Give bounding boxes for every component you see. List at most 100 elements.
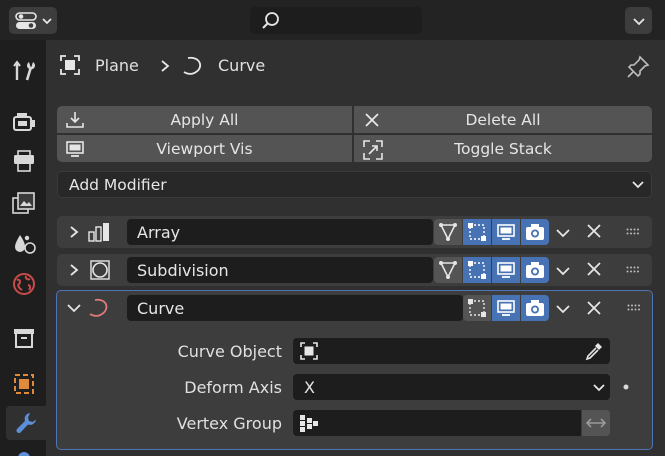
- curve-object-field[interactable]: [293, 338, 610, 364]
- drag-handle-icon[interactable]: [627, 304, 641, 312]
- tab-render[interactable]: [6, 105, 42, 139]
- toggle-stack-button[interactable]: Toggle Stack: [354, 135, 652, 162]
- deform-axis-value: X: [304, 377, 315, 397]
- render-toggle[interactable]: [521, 219, 549, 245]
- tab-modifiers[interactable]: [6, 406, 46, 440]
- breadcrumb: Plane Curve: [46, 44, 665, 88]
- vertex-group-icon: [300, 415, 318, 432]
- tab-object[interactable]: [6, 367, 42, 401]
- eyedropper-icon[interactable]: [584, 341, 604, 361]
- on-cage-toggle[interactable]: [463, 295, 491, 321]
- edit-mode-toggle[interactable]: [434, 219, 462, 245]
- edit-mode-icon: [439, 223, 457, 241]
- monitor-icon: [497, 262, 515, 278]
- chevron-right-icon[interactable]: [67, 224, 81, 240]
- object-data-icon: [300, 342, 318, 360]
- curve-modifier-icon: [89, 298, 108, 317]
- tab-particles[interactable]: [6, 445, 42, 456]
- close-icon[interactable]: [585, 260, 603, 278]
- on-cage-toggle[interactable]: [463, 219, 491, 245]
- on-cage-icon: [468, 261, 486, 279]
- search-icon: [262, 11, 279, 29]
- curve-modifier-header: Curve: [57, 292, 652, 324]
- viewport-toggle[interactable]: [492, 257, 520, 283]
- object-icon: [14, 374, 34, 394]
- edit-mode-toggle[interactable]: [434, 257, 462, 283]
- on-cage-icon: [468, 299, 486, 317]
- camera-icon: [526, 300, 544, 316]
- collection-icon: [14, 329, 34, 348]
- modifier-name: Subdivision: [137, 260, 229, 280]
- viewport-vis-button[interactable]: Viewport Vis: [57, 135, 352, 162]
- chevron-right-icon: [161, 60, 170, 72]
- properties-editor-icon: [15, 11, 37, 29]
- arrow-left-right-icon: [585, 418, 607, 428]
- chevron-down-icon[interactable]: [555, 226, 571, 240]
- on-cage-toggle[interactable]: [463, 257, 491, 283]
- render-toggle[interactable]: [521, 257, 549, 283]
- modifier-panel-curve: Curve Curve Object Deform Axis X Vertex …: [56, 290, 653, 450]
- vertex-group-field[interactable]: [293, 410, 581, 436]
- delete-all-button[interactable]: Delete All: [354, 106, 652, 133]
- modifier-name: Array: [137, 222, 181, 242]
- apply-all-button[interactable]: Apply All: [57, 106, 352, 133]
- camera-icon: [526, 262, 544, 278]
- add-modifier-label: Add Modifier: [69, 175, 167, 194]
- tab-view-layer[interactable]: [6, 186, 42, 220]
- deform-axis-label: Deform Axis: [184, 378, 282, 397]
- chevron-down-icon[interactable]: [555, 264, 571, 278]
- curve-modifier-icon: [183, 56, 202, 75]
- tab-world[interactable]: [6, 267, 42, 301]
- close-icon: [365, 113, 379, 127]
- chevron-down-icon: [632, 17, 645, 25]
- deform-axis-dropdown[interactable]: X: [293, 374, 610, 400]
- tab-tool[interactable]: [6, 53, 42, 87]
- options-dropdown[interactable]: [625, 7, 652, 34]
- tool-icon: [13, 60, 35, 81]
- drag-handle-icon[interactable]: [626, 228, 640, 236]
- fullscreen-icon: [363, 140, 383, 160]
- monitor-icon: [497, 224, 515, 240]
- viewport-toggle[interactable]: [492, 219, 520, 245]
- add-modifier-menu[interactable]: Add Modifier: [57, 171, 652, 198]
- modifier-panel-subdivision: Subdivision: [57, 254, 652, 286]
- search-input[interactable]: [250, 7, 422, 34]
- modifier-name-field[interactable]: Curve: [127, 295, 463, 321]
- chevron-down-icon: [632, 181, 644, 189]
- pin-icon[interactable]: [626, 55, 650, 79]
- vertex-group-label: Vertex Group: [176, 414, 282, 433]
- chevron-down-icon: [42, 17, 52, 24]
- scene-icon: [15, 235, 36, 254]
- tab-collection[interactable]: [6, 321, 42, 355]
- render-icon: [13, 113, 35, 131]
- tab-output[interactable]: [6, 144, 42, 178]
- header-bar: [0, 0, 665, 40]
- viewport-vis-label: Viewport Vis: [156, 139, 253, 158]
- chevron-down-icon[interactable]: [555, 302, 571, 316]
- close-icon[interactable]: [585, 222, 603, 240]
- breadcrumb-modifier: Curve: [218, 56, 266, 75]
- subdivision-modifier-icon: [90, 260, 110, 280]
- tab-scene[interactable]: [6, 227, 42, 261]
- close-icon[interactable]: [585, 299, 603, 317]
- chevron-right-icon[interactable]: [67, 262, 81, 278]
- array-modifier-icon: [88, 223, 109, 242]
- render-toggle[interactable]: [521, 295, 549, 321]
- modifier-name-field[interactable]: Array: [127, 219, 433, 245]
- drag-handle-icon[interactable]: [626, 266, 640, 274]
- chevron-down-icon[interactable]: [66, 301, 82, 315]
- monitor-icon: [497, 300, 515, 316]
- object-data-icon: [60, 55, 80, 75]
- viewport-toggle[interactable]: [492, 295, 520, 321]
- chevron-down-icon: [593, 384, 605, 392]
- invert-vertex-group-toggle[interactable]: [582, 410, 610, 436]
- editor-type-button[interactable]: [9, 7, 57, 34]
- keyframe-dot-icon[interactable]: [622, 383, 630, 391]
- curve-object-label: Curve Object: [177, 342, 282, 361]
- apply-icon: [66, 112, 84, 128]
- on-cage-icon: [468, 223, 486, 241]
- delete-all-label: Delete All: [465, 110, 541, 129]
- modifier-name-field[interactable]: Subdivision: [127, 257, 433, 283]
- particles-icon: [18, 452, 30, 456]
- toggle-stack-label: Toggle Stack: [454, 139, 552, 158]
